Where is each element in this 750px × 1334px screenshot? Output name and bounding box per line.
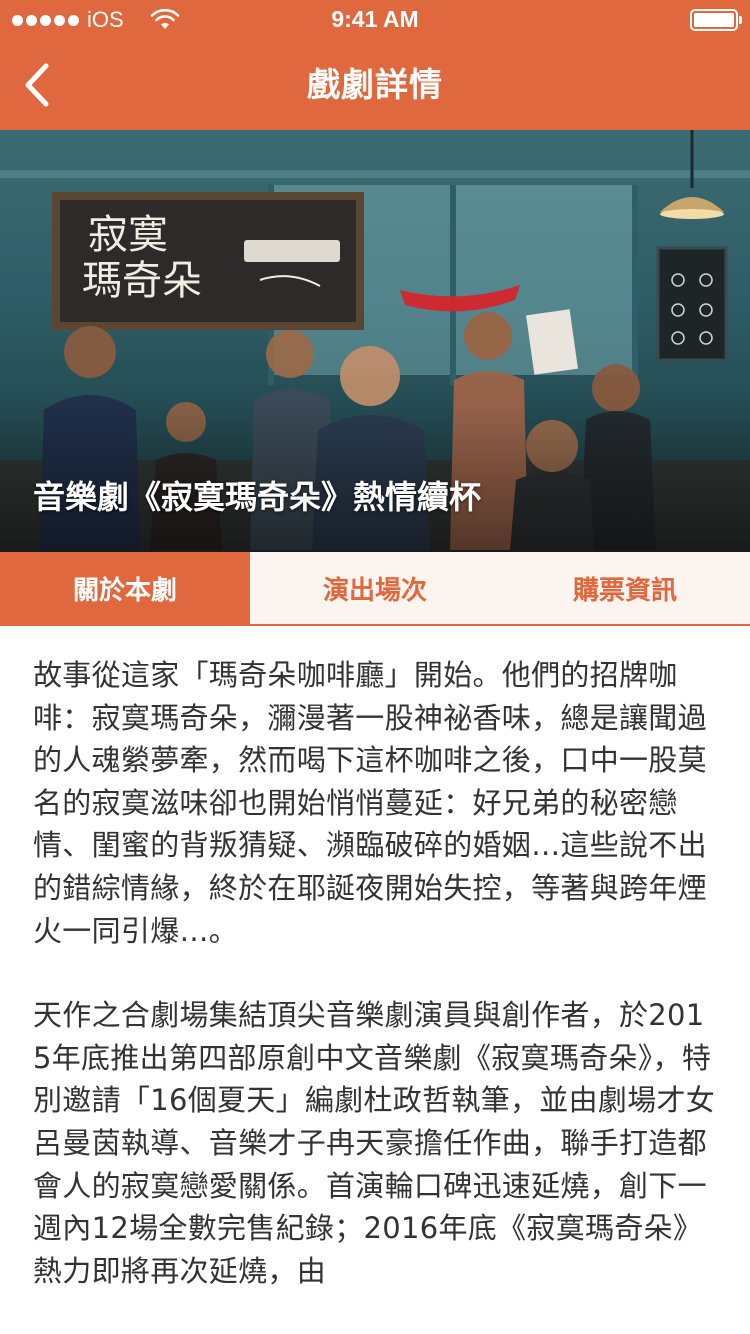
description-paragraph: 故事從這家「瑪奇朵咖啡廳」開始。他們的招牌咖啡：寂寞瑪奇朵，瀰漫著一股神祕香味，… — [33, 658, 707, 948]
tab-showtimes[interactable]: 演出場次 — [250, 552, 500, 624]
navigation-bar: 戲劇詳情 — [0, 40, 750, 130]
page-title: 戲劇詳情 — [307, 65, 443, 104]
hero-caption: 音樂劇《寂寞瑪奇朵》熱情續杯 — [33, 478, 482, 516]
status-time: 9:41 AM — [331, 6, 419, 32]
poster-title-line1: 寂寞 — [88, 212, 168, 258]
battery-icon — [690, 9, 742, 31]
hero-banner: 寂寞 瑪奇朵 音樂劇《寂寞瑪奇朵》熱情續杯 — [0, 130, 750, 552]
poster-title-line2: 瑪奇朵 — [82, 258, 202, 304]
tab-about[interactable]: 關於本劇 — [0, 552, 250, 624]
description-paragraph: 天作之合劇場集結頂尖音樂劇演員與創作者，於2015年底推出第四部原創中文音樂劇《… — [33, 998, 716, 1288]
description-content: 故事從這家「瑪奇朵咖啡廳」開始。他們的招牌咖啡：寂寞瑪奇朵，瀰漫著一股神祕香味，… — [33, 654, 719, 1292]
segment-tabs: 關於本劇 演出場次 購票資訊 — [0, 552, 750, 626]
tab-tickets[interactable]: 購票資訊 — [500, 552, 750, 624]
status-bar: iOS 9:41 AM — [0, 0, 750, 40]
